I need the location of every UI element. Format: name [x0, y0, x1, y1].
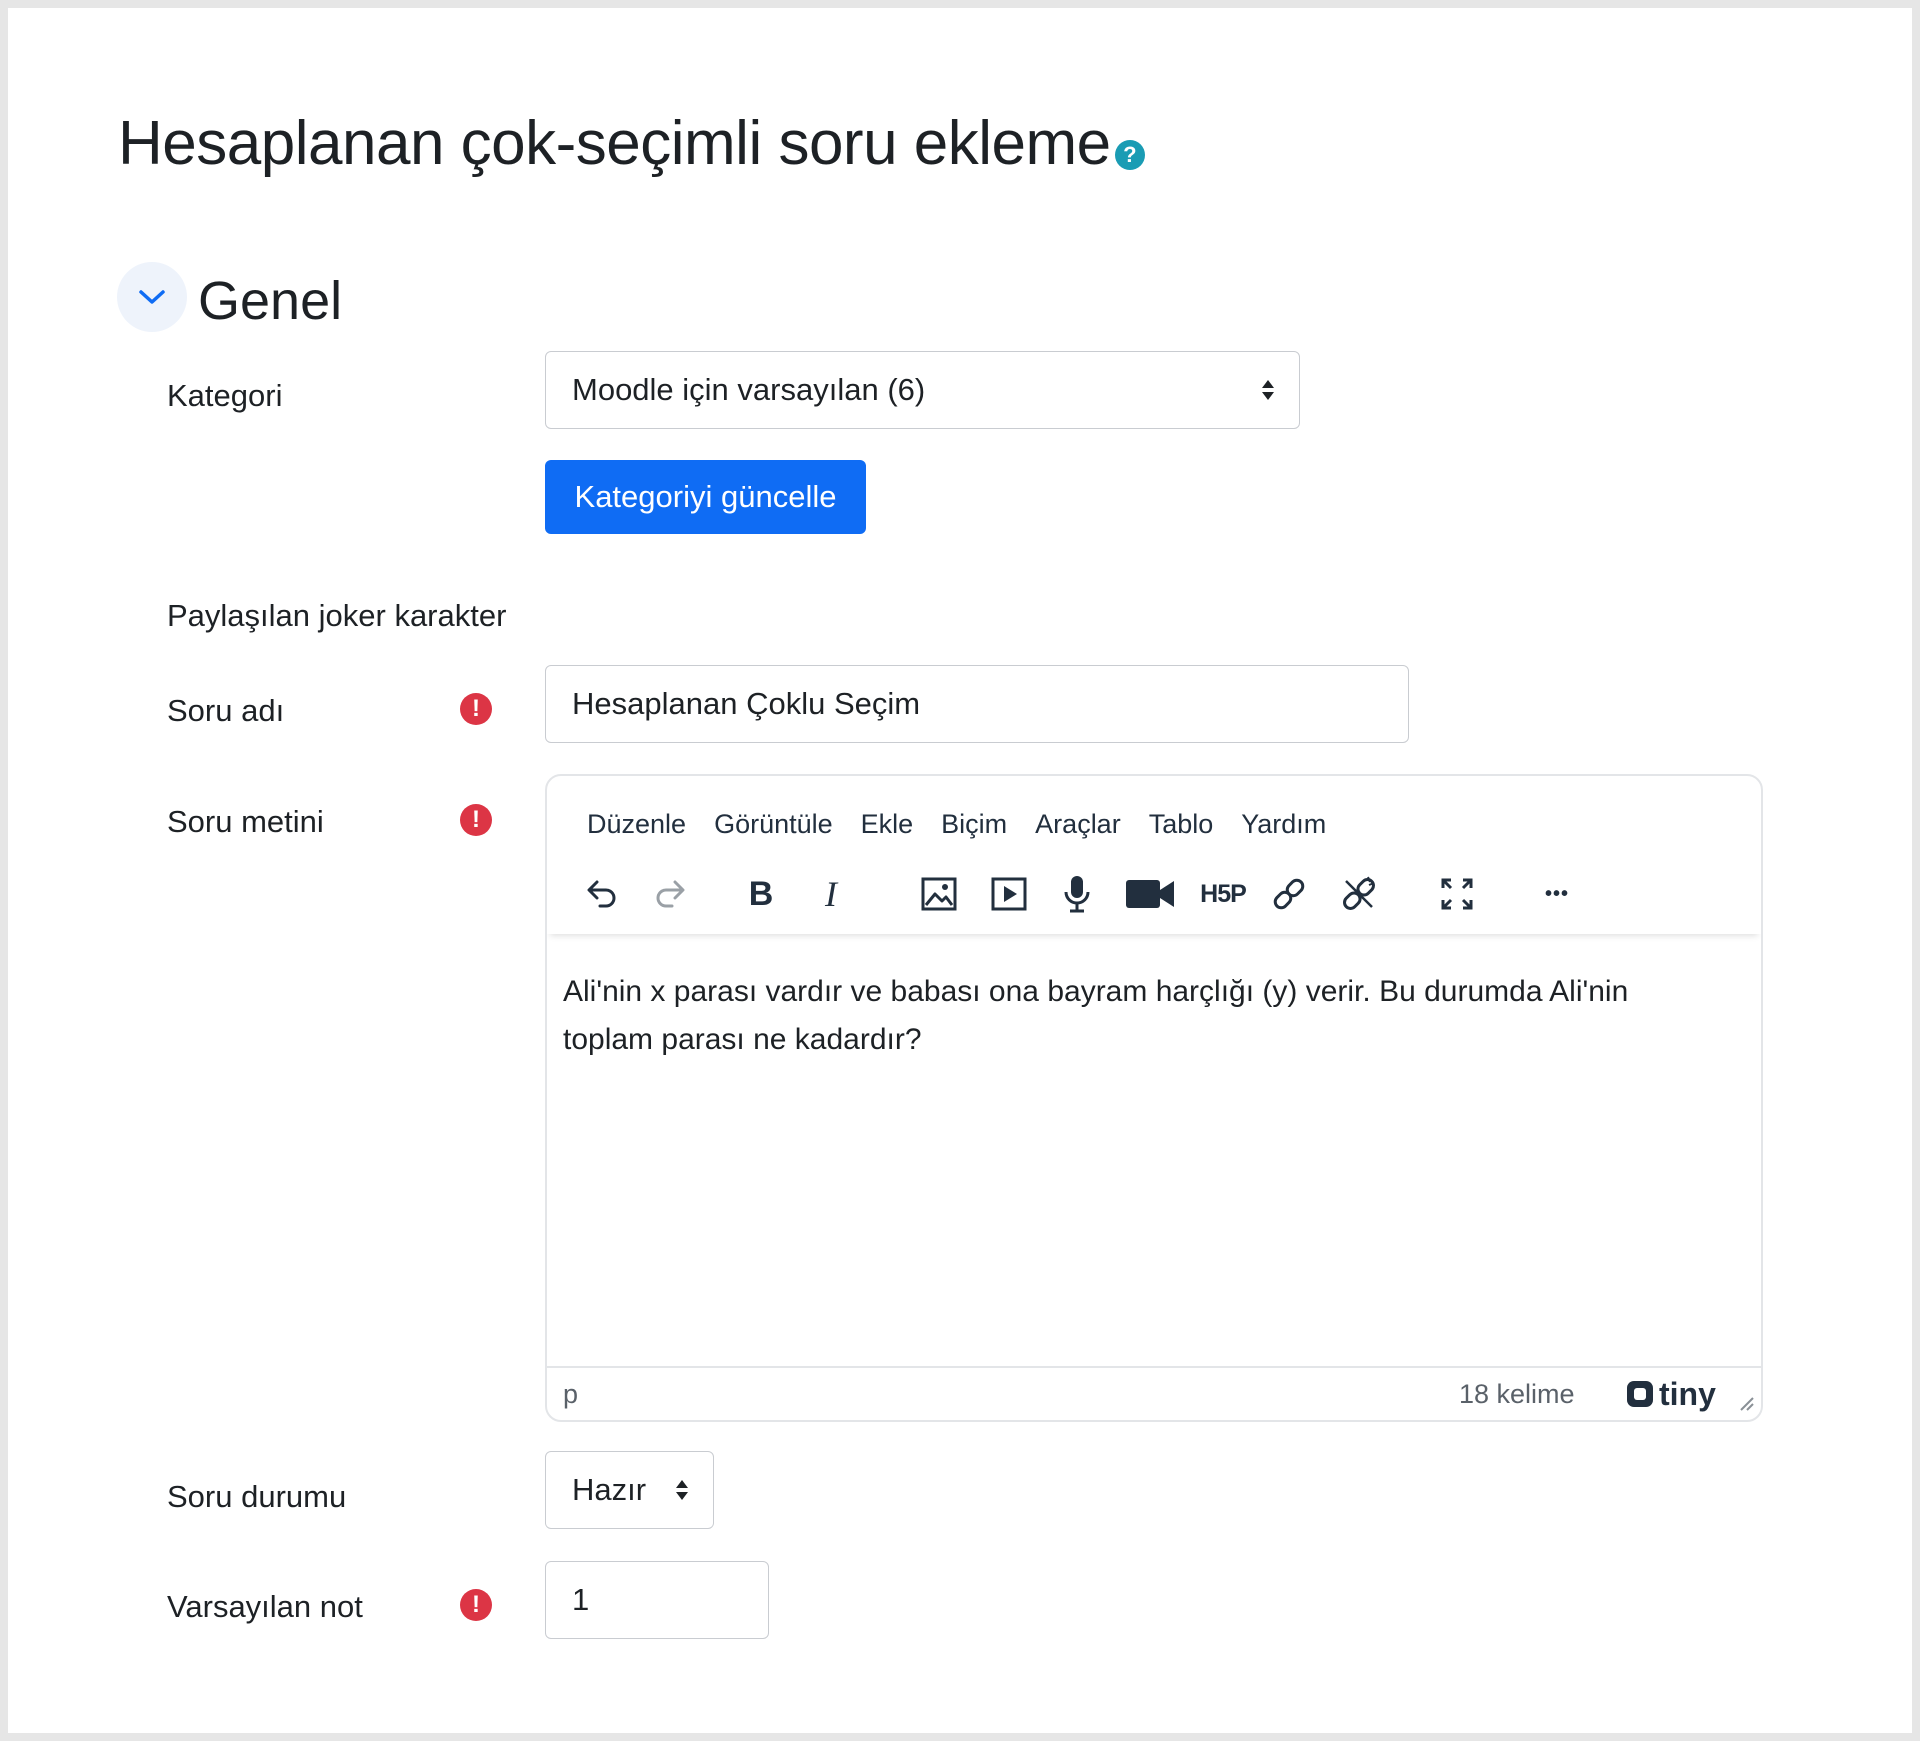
h5p-button[interactable]: H5P	[1195, 854, 1251, 934]
required-icon: !	[460, 1589, 492, 1621]
italic-button[interactable]: I	[809, 854, 853, 934]
section-toggle-button[interactable]	[117, 262, 187, 332]
word-count[interactable]: 18 kelime	[1459, 1379, 1575, 1410]
tiny-logo-text: tiny	[1659, 1375, 1716, 1412]
tiny-logo[interactable]: tiny	[1625, 1376, 1716, 1413]
video-button[interactable]	[1123, 854, 1177, 934]
default-mark-label: Varsayılan not	[167, 1589, 363, 1624]
page-title-text: Hesaplanan çok-seçimli soru ekleme	[118, 109, 1111, 178]
editor-menubar: Düzenle Görüntüle Ekle Biçim Araçlar Tab…	[547, 776, 1761, 846]
help-icon[interactable]: ?	[1114, 140, 1145, 170]
section-title: Genel	[198, 271, 343, 331]
microphone-icon	[1064, 876, 1090, 913]
required-icon: !	[460, 693, 492, 725]
media-icon	[991, 877, 1027, 911]
tiny-logo-icon	[1627, 1381, 1653, 1407]
menu-tools[interactable]: Araçlar	[1035, 809, 1121, 846]
audio-button[interactable]	[1055, 854, 1099, 934]
shared-wildcard-label: Paylaşılan joker karakter	[167, 598, 507, 633]
select-arrows-icon	[676, 1480, 688, 1500]
more-button[interactable]: •••	[1529, 854, 1585, 934]
update-category-button[interactable]: Kategoriyi güncelle	[545, 460, 866, 534]
kategori-select[interactable]: Moodle için varsayılan (6)	[545, 351, 1300, 429]
redo-icon	[656, 880, 685, 908]
redo-button[interactable]	[647, 854, 695, 934]
image-icon	[921, 877, 957, 911]
question-status-value: Hazır	[572, 1472, 647, 1507]
video-camera-icon	[1126, 880, 1174, 908]
rich-text-editor: Düzenle Görüntüle Ekle Biçim Araçlar Tab…	[545, 774, 1763, 1422]
page: Hesaplanan çok-seçimli soru ekleme? Gene…	[8, 8, 1912, 1733]
required-icon: !	[460, 804, 492, 836]
menu-format[interactable]: Biçim	[941, 809, 1007, 846]
question-name-label: Soru adı	[167, 693, 285, 728]
editor-toolbar: B I H5P •••	[547, 854, 1761, 934]
question-status-select[interactable]: Hazır	[545, 1451, 714, 1529]
bold-button[interactable]: B	[739, 854, 783, 934]
media-button[interactable]	[985, 854, 1033, 934]
undo-button[interactable]	[577, 854, 625, 934]
element-path[interactable]: p	[563, 1379, 578, 1410]
question-status-label: Soru durumu	[167, 1479, 347, 1514]
kategori-label: Kategori	[167, 378, 283, 413]
unlink-button[interactable]	[1335, 854, 1383, 934]
question-name-value: Hesaplanan Çoklu Seçim	[572, 686, 921, 721]
link-button[interactable]	[1265, 854, 1313, 934]
menu-view[interactable]: Görüntüle	[714, 809, 833, 846]
menu-table[interactable]: Tablo	[1149, 809, 1214, 846]
default-mark-value: 1	[572, 1582, 590, 1617]
chevron-down-icon	[139, 290, 165, 304]
editor-statusbar: p 18 kelime tiny	[547, 1366, 1761, 1420]
default-mark-input[interactable]: 1	[545, 1561, 769, 1639]
link-icon	[1273, 878, 1305, 910]
editor-content[interactable]: Ali'nin x parası vardır ve babası ona ba…	[563, 968, 1721, 1064]
menu-edit[interactable]: Düzenle	[587, 809, 686, 846]
menu-insert[interactable]: Ekle	[861, 809, 914, 846]
resize-handle-icon[interactable]	[1737, 1394, 1755, 1412]
kategori-select-value: Moodle için varsayılan (6)	[572, 372, 926, 407]
image-button[interactable]	[915, 854, 963, 934]
fullscreen-button[interactable]	[1433, 854, 1481, 934]
page-title: Hesaplanan çok-seçimli soru ekleme?	[118, 108, 1145, 179]
menu-help[interactable]: Yardım	[1241, 809, 1326, 846]
undo-icon	[587, 880, 616, 908]
question-name-input[interactable]: Hesaplanan Çoklu Seçim	[545, 665, 1409, 743]
select-arrows-icon	[1262, 380, 1274, 400]
question-text-label: Soru metini	[167, 804, 324, 839]
unlink-icon	[1343, 876, 1375, 910]
fullscreen-icon	[1441, 878, 1473, 910]
